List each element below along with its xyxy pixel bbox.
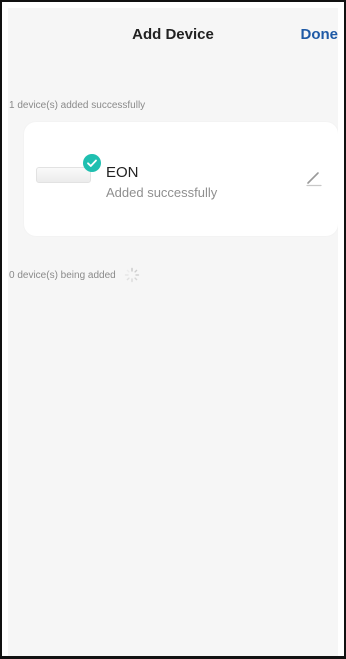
done-button[interactable]: Done bbox=[301, 26, 339, 43]
device-card[interactable]: EON Added successfully bbox=[24, 122, 338, 236]
added-count-caption: 1 device(s) added successfully bbox=[9, 100, 146, 111]
header: Add Device Done bbox=[8, 8, 338, 66]
edit-name-button[interactable] bbox=[304, 168, 324, 188]
pencil-icon bbox=[304, 172, 324, 191]
loading-spinner-icon bbox=[124, 267, 140, 283]
page-title: Add Device bbox=[132, 26, 214, 43]
device-name: EON bbox=[106, 164, 139, 181]
phone-frame: Add Device Done 1 device(s) added succes… bbox=[0, 0, 346, 659]
adding-count-text: 0 device(s) being added bbox=[9, 269, 116, 281]
adding-count-caption: 0 device(s) being added bbox=[9, 267, 140, 283]
add-device-screen: Add Device Done 1 device(s) added succes… bbox=[8, 8, 338, 656]
check-icon bbox=[83, 154, 101, 172]
device-status: Added successfully bbox=[106, 185, 218, 200]
